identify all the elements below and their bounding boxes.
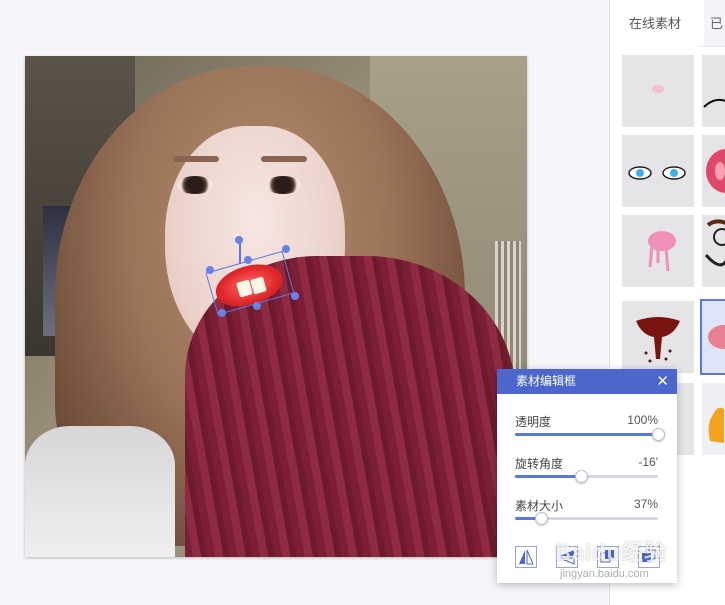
opacity-slider[interactable]	[515, 428, 665, 441]
resize-handle[interactable]	[244, 256, 252, 264]
baidu-watermark-logo: Baidu经验	[555, 540, 668, 565]
right-eyebrow	[261, 156, 307, 162]
dialog-header: 素材编辑框 ✕	[497, 369, 677, 394]
opacity-label: 透明度	[515, 415, 552, 429]
rotation-value: -16'	[638, 455, 658, 469]
material-thumb-hand[interactable]	[702, 383, 725, 455]
lips-sticker-icon	[708, 325, 725, 349]
opacity-slider-fill	[515, 433, 658, 436]
mustache-sticker-icon	[703, 98, 725, 108]
rotation-label: 旋转角度	[515, 457, 564, 471]
size-slider-knob[interactable]	[534, 512, 548, 525]
baidu-watermark-url: jingyan.baidu.com	[560, 568, 649, 580]
blush-sticker-icon	[652, 85, 664, 93]
pig-nose-sticker-icon	[706, 149, 725, 193]
opacity-value: 100%	[627, 413, 658, 427]
material-thumb-pig-nose[interactable]	[702, 135, 725, 207]
left-eyebrow	[173, 156, 219, 162]
tab-online-materials[interactable]: 在线素材	[610, 0, 700, 48]
material-thumb-eyes[interactable]	[622, 135, 694, 207]
eyes-sticker-icon	[628, 166, 686, 180]
mushroom-beard-sticker-icon	[636, 317, 680, 363]
material-thumb-glasses-face[interactable]	[702, 215, 725, 287]
material-thumb-lips[interactable]	[700, 299, 725, 375]
dialog-title: 素材编辑框	[516, 374, 577, 388]
resize-handle[interactable]	[206, 266, 214, 274]
glasses-face-sticker-icon	[704, 219, 725, 267]
tab-used-materials[interactable]: 已	[704, 0, 725, 46]
pink-drop-sticker-icon	[648, 231, 676, 272]
material-thumb-mustache[interactable]	[702, 55, 725, 127]
flip-horizontal-icon[interactable]	[515, 546, 537, 568]
resize-handle[interactable]	[282, 245, 290, 253]
material-tabs: 在线素材 已	[610, 0, 725, 48]
size-slider[interactable]	[515, 512, 658, 525]
right-eye	[265, 176, 301, 194]
resize-handle[interactable]	[253, 302, 261, 310]
rotate-handle[interactable]	[235, 236, 243, 244]
material-thumb-mushroom-beard[interactable]	[622, 301, 694, 373]
resize-handle[interactable]	[291, 292, 299, 300]
white-coat	[25, 426, 175, 557]
rotate-handle-line	[239, 242, 241, 264]
photo-canvas[interactable]	[25, 56, 527, 557]
rotation-slider-fill	[515, 475, 581, 478]
opacity-slider-knob[interactable]	[652, 428, 665, 441]
hand-sticker-icon	[708, 407, 724, 443]
material-thumb-pink-drop[interactable]	[622, 215, 694, 287]
resize-handle[interactable]	[218, 309, 226, 317]
left-eye	[177, 176, 213, 194]
material-thumb-blush[interactable]	[622, 55, 694, 127]
rotation-slider-knob[interactable]	[574, 470, 588, 483]
close-icon[interactable]: ✕	[656, 369, 669, 394]
size-value: 37%	[633, 497, 658, 511]
rotation-slider[interactable]	[515, 470, 658, 483]
